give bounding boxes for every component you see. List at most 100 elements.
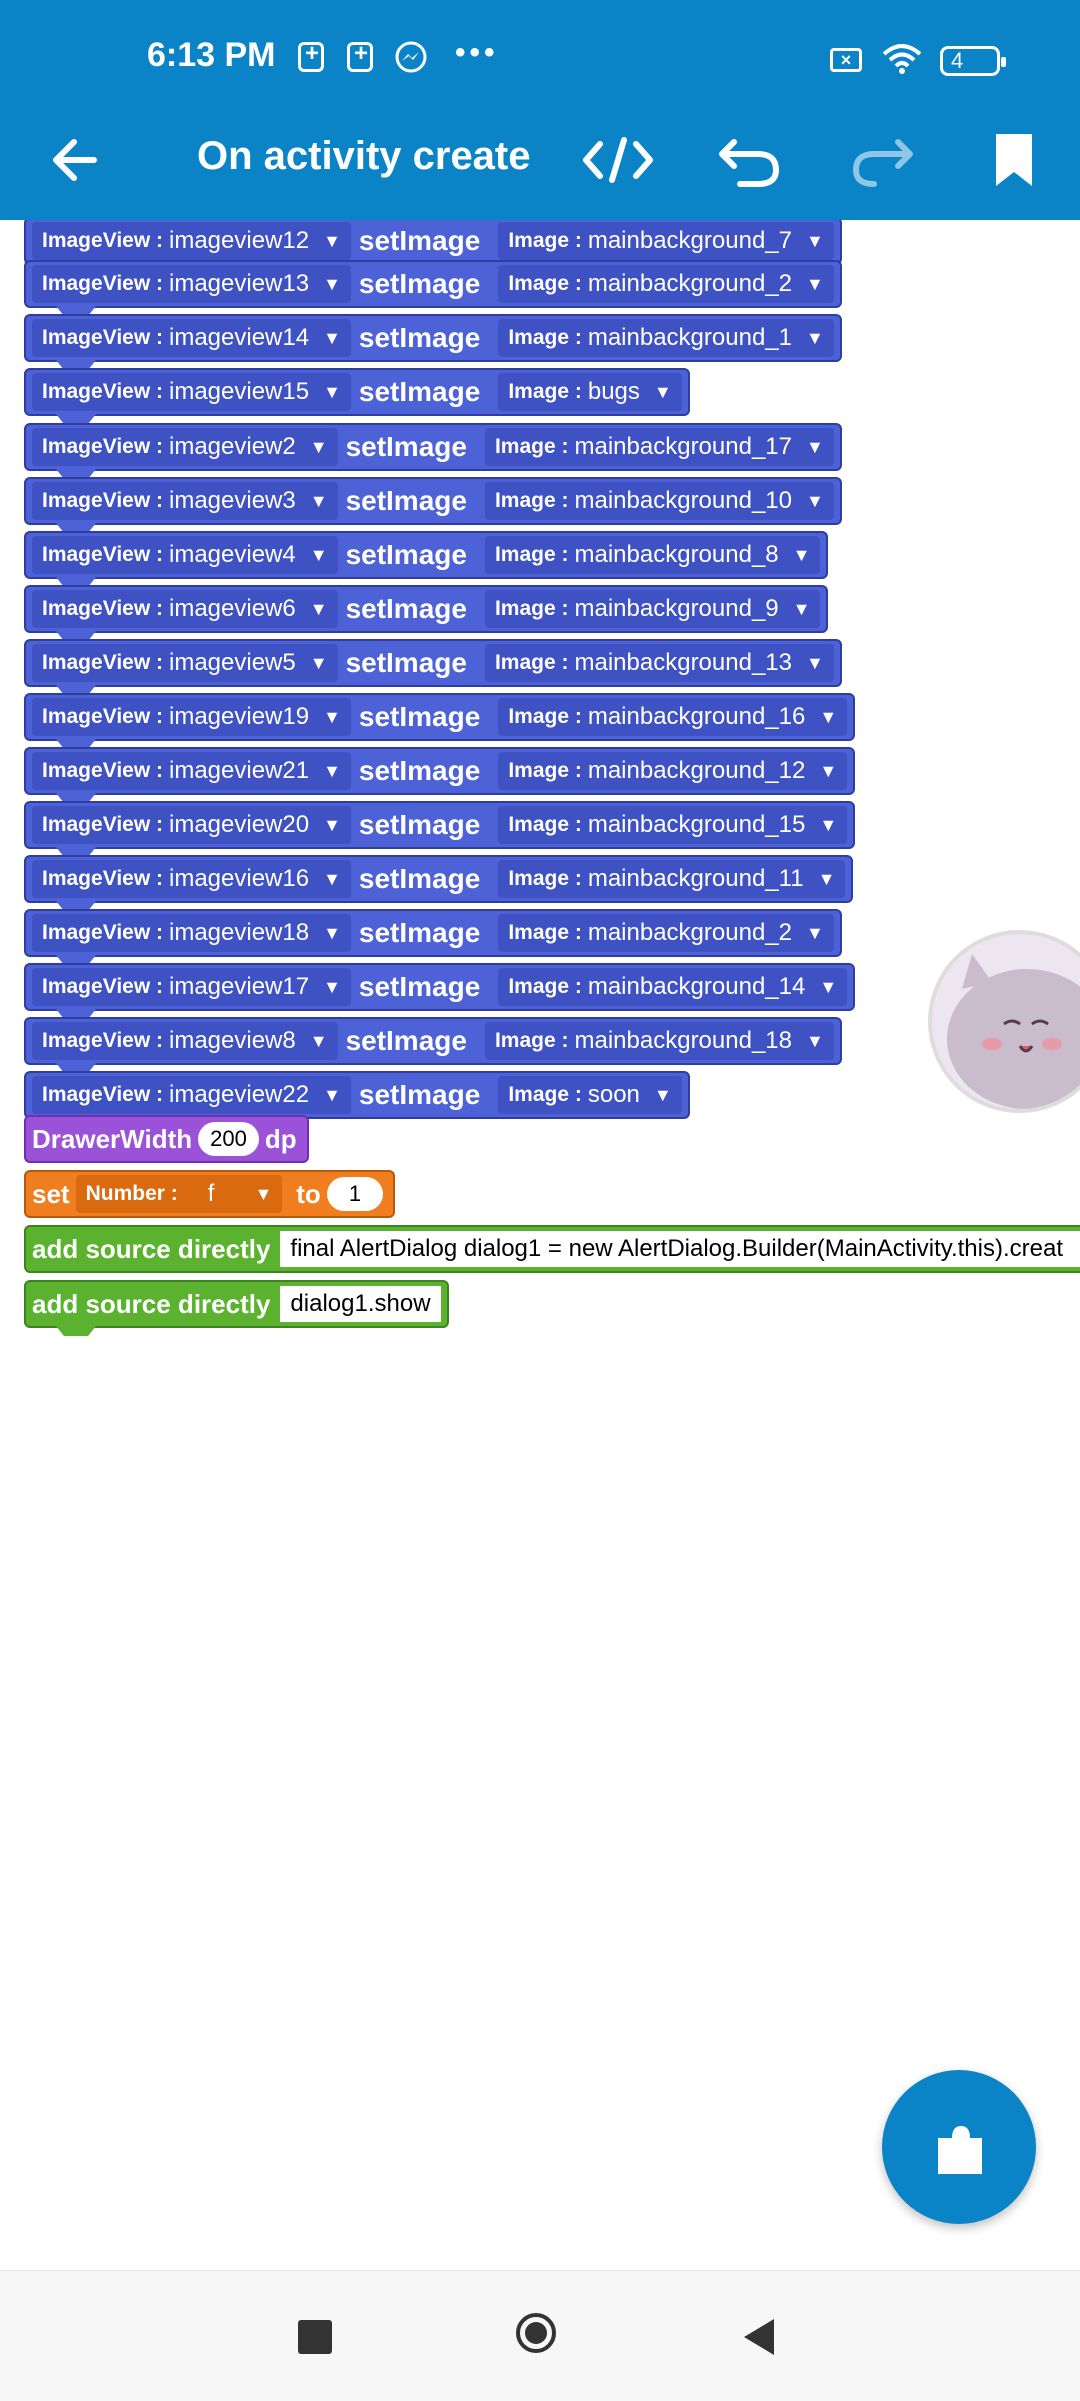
imageview-setimage-block[interactable]: ImageView : imageview22 ▼ setImage Image : so… bbox=[24, 1071, 690, 1127]
imageview-dropdown[interactable]: ImageView : imageview21 ▼ bbox=[32, 752, 351, 790]
component-name: imageview3 bbox=[169, 487, 296, 514]
undo-icon[interactable] bbox=[710, 120, 790, 200]
component-type-label: ImageView : bbox=[42, 272, 163, 295]
image-dropdown[interactable]: Image : mainbackground_18 ▼ bbox=[484, 1022, 834, 1060]
source-code-field[interactable]: dialog1.show bbox=[280, 1286, 441, 1322]
imageview-setimage-block[interactable]: ImageView : imageview14 ▼ setImage Image : ma… bbox=[24, 314, 842, 370]
imageview-dropdown[interactable]: ImageView : imageview5 ▼ bbox=[32, 644, 338, 682]
add-block-fab[interactable] bbox=[882, 2070, 1036, 2224]
image-dropdown[interactable]: Image : soon ▼ bbox=[498, 1076, 682, 1114]
imageview-dropdown[interactable]: ImageView : imageview8 ▼ bbox=[32, 1022, 338, 1060]
notification-app-icon-2 bbox=[347, 40, 373, 72]
imageview-dropdown[interactable]: ImageView : imageview3 ▼ bbox=[32, 482, 338, 520]
bookmark-icon[interactable] bbox=[974, 120, 1054, 200]
image-param-label: Image : bbox=[508, 759, 582, 782]
chevron-down-icon: ▼ bbox=[323, 230, 341, 251]
imageview-setimage-block[interactable]: ImageView : imageview8 ▼ setImage Image : mai… bbox=[24, 1017, 842, 1073]
image-dropdown[interactable]: Image : mainbackground_14 ▼ bbox=[498, 968, 848, 1006]
number-variable-dropdown[interactable]: Number : f ▼ bbox=[75, 1175, 283, 1213]
image-dropdown[interactable]: Image : mainbackground_16 ▼ bbox=[498, 698, 848, 736]
imageview-dropdown[interactable]: ImageView : imageview6 ▼ bbox=[32, 590, 338, 628]
imageview-setimage-block[interactable]: ImageView : imageview17 ▼ setImage Image : ma… bbox=[24, 963, 856, 1019]
component-type-label: ImageView : bbox=[42, 489, 163, 512]
component-type-label: ImageView : bbox=[42, 380, 163, 403]
imageview-setimage-block[interactable]: ImageView : imageview6 ▼ setImage Image : mai… bbox=[24, 585, 829, 641]
image-value: mainbackground_9 bbox=[574, 595, 779, 622]
imageview-setimage-block[interactable]: ImageView : imageview5 ▼ setImage Image : mai… bbox=[24, 639, 842, 695]
set-label: set bbox=[32, 1178, 70, 1209]
chevron-down-icon: ▼ bbox=[323, 1084, 341, 1105]
imageview-setimage-block[interactable]: ImageView : imageview13 ▼ setImage Image : ma… bbox=[24, 260, 842, 316]
imageview-setimage-block[interactable]: ImageView : imageview3 ▼ setImage Image : mai… bbox=[24, 477, 842, 533]
triangle-back-icon[interactable] bbox=[740, 2317, 778, 2357]
set-number-block[interactable]: set Number : f ▼ to 1 bbox=[24, 1170, 396, 1218]
image-dropdown[interactable]: Image : mainbackground_11 ▼ bbox=[498, 860, 846, 898]
component-type-label: ImageView : bbox=[42, 759, 163, 782]
circle-icon[interactable] bbox=[516, 2313, 556, 2353]
status-bar: 6:13 PM ••• × 4 bbox=[0, 0, 1080, 90]
component-name: imageview16 bbox=[169, 865, 310, 892]
imageview-setimage-block[interactable]: ImageView : imageview19 ▼ setImage Image : ma… bbox=[24, 693, 856, 749]
imageview-dropdown[interactable]: ImageView : imageview15 ▼ bbox=[32, 373, 351, 411]
drawer-width-block[interactable]: DrawerWidth 200 dp bbox=[24, 1115, 309, 1163]
chevron-down-icon: ▼ bbox=[792, 544, 811, 565]
redo-icon[interactable] bbox=[842, 120, 922, 200]
imageview-dropdown[interactable]: ImageView : imageview17 ▼ bbox=[32, 968, 351, 1006]
component-type-label: ImageView : bbox=[42, 705, 163, 728]
imageview-dropdown[interactable]: ImageView : imageview20 ▼ bbox=[32, 806, 351, 844]
battery-icon: 4 bbox=[940, 46, 1006, 76]
imageview-setimage-block[interactable]: ImageView : imageview16 ▼ setImage Image : ma… bbox=[24, 855, 854, 911]
image-dropdown[interactable]: Image : mainbackground_1 ▼ bbox=[498, 319, 834, 357]
image-dropdown[interactable]: Image : mainbackground_9 ▼ bbox=[484, 590, 821, 628]
imageview-setimage-block[interactable]: ImageView : imageview21 ▼ setImage Image : ma… bbox=[24, 747, 856, 803]
image-dropdown[interactable]: Image : bugs ▼ bbox=[498, 373, 682, 411]
add-source-block-1[interactable]: add source directly final AlertDialog di… bbox=[24, 1225, 1080, 1273]
notification-app-icon bbox=[298, 40, 324, 72]
set-value[interactable]: 1 bbox=[326, 1177, 384, 1211]
imageview-dropdown[interactable]: ImageView : imageview16 ▼ bbox=[32, 860, 351, 898]
add-source-block-2[interactable]: add source directly dialog1.show bbox=[24, 1280, 449, 1336]
image-dropdown[interactable]: Image : mainbackground_8 ▼ bbox=[484, 536, 821, 574]
image-value: mainbackground_13 bbox=[574, 649, 793, 676]
imageview-dropdown[interactable]: ImageView : imageview14 ▼ bbox=[32, 319, 351, 357]
image-dropdown[interactable]: Image : mainbackground_10 ▼ bbox=[484, 482, 834, 520]
imageview-dropdown[interactable]: ImageView : imageview22 ▼ bbox=[32, 1076, 351, 1114]
arrow-left-icon[interactable] bbox=[36, 120, 116, 200]
imageview-dropdown[interactable]: ImageView : imageview4 ▼ bbox=[32, 536, 338, 574]
image-dropdown[interactable]: Image : mainbackground_2 ▼ bbox=[498, 265, 834, 303]
imageview-setimage-block[interactable]: ImageView : imageview18 ▼ setImage Image : ma… bbox=[24, 909, 842, 965]
image-value: mainbackground_2 bbox=[587, 270, 792, 297]
component-name: imageview15 bbox=[169, 378, 310, 405]
image-dropdown[interactable]: Image : mainbackground_15 ▼ bbox=[498, 806, 848, 844]
component-type-label: ImageView : bbox=[42, 543, 163, 566]
image-dropdown[interactable]: Image : mainbackground_2 ▼ bbox=[498, 914, 834, 952]
method-label: setImage bbox=[358, 971, 481, 1002]
code-icon[interactable] bbox=[578, 120, 658, 200]
component-name: imageview17 bbox=[169, 973, 310, 1000]
method-label: setImage bbox=[345, 647, 467, 678]
imageview-setimage-block[interactable]: ImageView : imageview20 ▼ setImage Image : ma… bbox=[24, 801, 856, 857]
imageview-setimage-block[interactable]: ImageView : imageview15 ▼ setImage Image : bu… bbox=[24, 368, 690, 424]
imageview-dropdown[interactable]: ImageView : imageview18 ▼ bbox=[32, 914, 351, 952]
source-code-field[interactable]: final AlertDialog dialog1 = new AlertDia… bbox=[280, 1231, 1080, 1267]
image-dropdown[interactable]: Image : mainbackground_17 ▼ bbox=[484, 428, 834, 466]
blocks-canvas[interactable]: ImageView : imageview12 ▼ setImage Image : ma… bbox=[0, 220, 1080, 2270]
image-dropdown[interactable]: Image : mainbackground_12 ▼ bbox=[498, 752, 848, 790]
imageview-setimage-block[interactable]: ImageView : imageview2 ▼ setImage Image : mai… bbox=[24, 423, 842, 479]
drawer-width-value[interactable]: 200 bbox=[198, 1122, 259, 1156]
method-label: setImage bbox=[358, 809, 481, 840]
imageview-dropdown[interactable]: ImageView : imageview2 ▼ bbox=[32, 428, 338, 466]
image-dropdown[interactable]: Image : mainbackground_7 ▼ bbox=[498, 222, 834, 260]
imageview-dropdown[interactable]: ImageView : imageview13 ▼ bbox=[32, 265, 351, 303]
imageview-setimage-block[interactable]: ImageView : imageview4 ▼ setImage Image : mai… bbox=[24, 531, 829, 587]
square-icon[interactable] bbox=[298, 2320, 332, 2354]
component-name: imageview18 bbox=[169, 919, 310, 946]
imageview-dropdown[interactable]: ImageView : imageview12 ▼ bbox=[32, 222, 351, 260]
puzzle-icon bbox=[938, 2126, 982, 2174]
chevron-down-icon: ▼ bbox=[323, 814, 341, 835]
imageview-dropdown[interactable]: ImageView : imageview19 ▼ bbox=[32, 698, 351, 736]
image-value: soon bbox=[587, 1081, 640, 1108]
image-dropdown[interactable]: Image : mainbackground_13 ▼ bbox=[484, 644, 834, 682]
chevron-down-icon: ▼ bbox=[805, 327, 824, 348]
imageview-setimage-block[interactable]: ImageView : imageview12 ▼ setImage Image : ma… bbox=[24, 220, 842, 273]
